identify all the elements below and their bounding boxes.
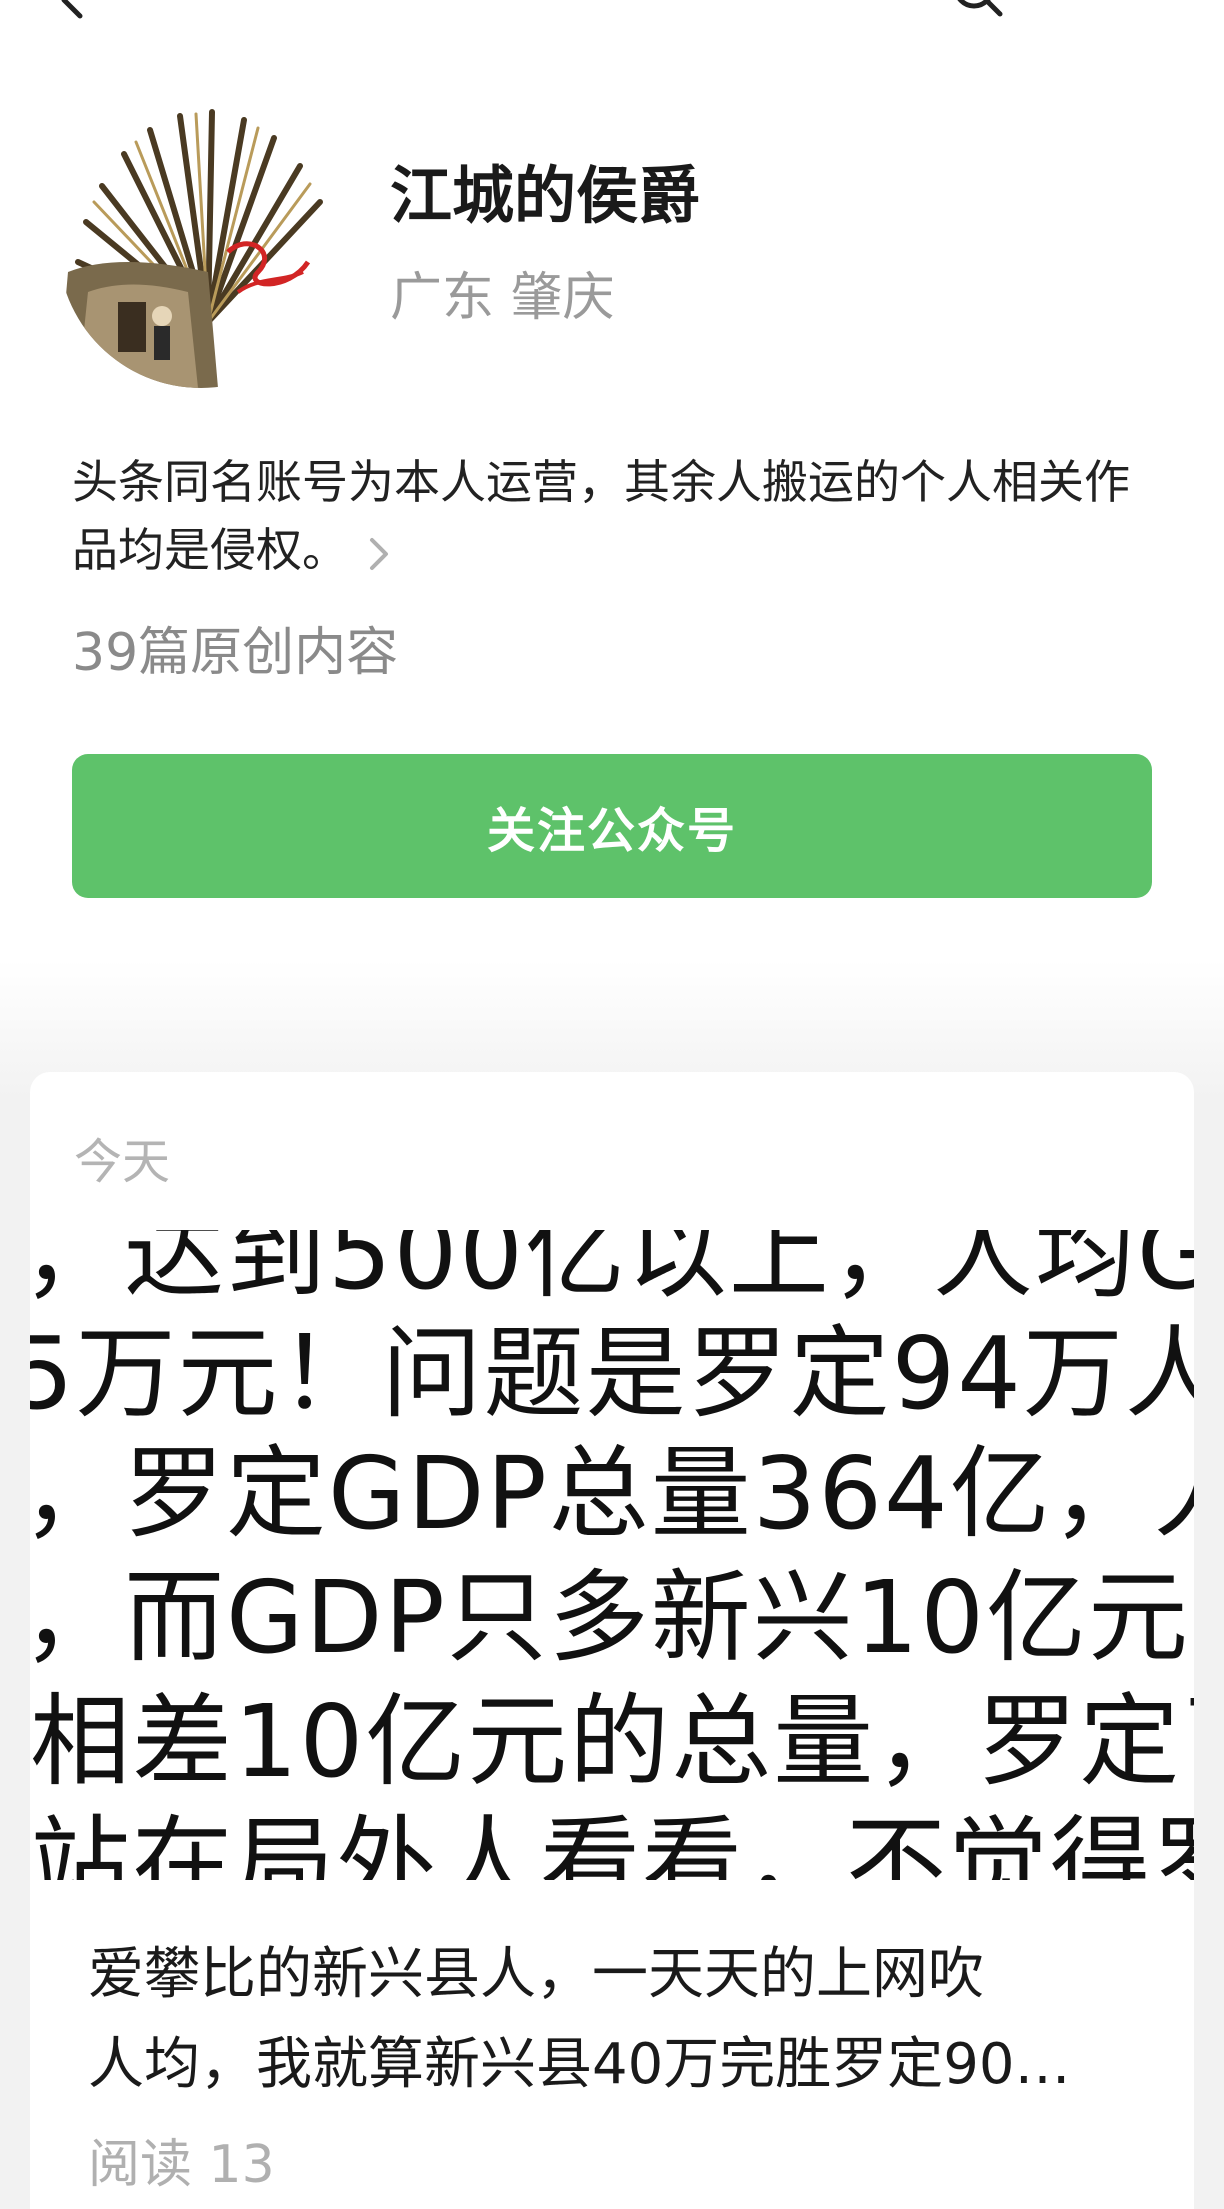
avatar[interactable] bbox=[58, 102, 344, 388]
description-text: 头条同名账号为本人运营，其余人搬运的个人相关作品均是侵权。 bbox=[72, 455, 1130, 577]
top-bar bbox=[0, 0, 1224, 40]
search-icon[interactable] bbox=[950, 0, 1006, 20]
account-location: 广东 肇庆 bbox=[390, 268, 615, 328]
article-card[interactable]: 今天 ，达到500亿以上，人均GDP会 5万元！问题是罗定94万人，新 ，罗定G… bbox=[30, 1072, 1194, 2209]
date-label: 今天 bbox=[74, 1134, 171, 1190]
article-title-line: 爱攀比的新兴县人，一天天的上网吹 bbox=[88, 1942, 984, 2007]
cover-text-line: 站在局外人看看，不觉得罗定很 bbox=[30, 1805, 1194, 1880]
follow-button[interactable]: 关注公众号 bbox=[72, 754, 1152, 898]
original-count: 39篇原创内容 bbox=[72, 623, 399, 683]
account-description[interactable]: 头条同名账号为本人运营，其余人搬运的个人相关作品均是侵权。 bbox=[72, 448, 1172, 584]
read-count: 阅读 13 bbox=[88, 2135, 275, 2195]
account-header: 江城的侯爵 广东 肇庆 bbox=[0, 90, 1224, 410]
article-title-line: 人均，我就算新兴县40万完胜罗定90… bbox=[88, 2032, 1071, 2097]
avatar-image bbox=[58, 102, 344, 388]
account-name: 江城的侯爵 bbox=[390, 159, 701, 232]
back-icon[interactable] bbox=[52, 0, 92, 20]
article-title[interactable]: 爱攀比的新兴县人，一天天的上网吹 人均，我就算新兴县40万完胜罗定90… bbox=[88, 1930, 1148, 2110]
chevron-right-icon bbox=[370, 537, 388, 570]
article-cover-image[interactable]: ，达到500亿以上，人均GDP会 5万元！问题是罗定94万人，新 ，罗定GDP总… bbox=[30, 1230, 1194, 1880]
